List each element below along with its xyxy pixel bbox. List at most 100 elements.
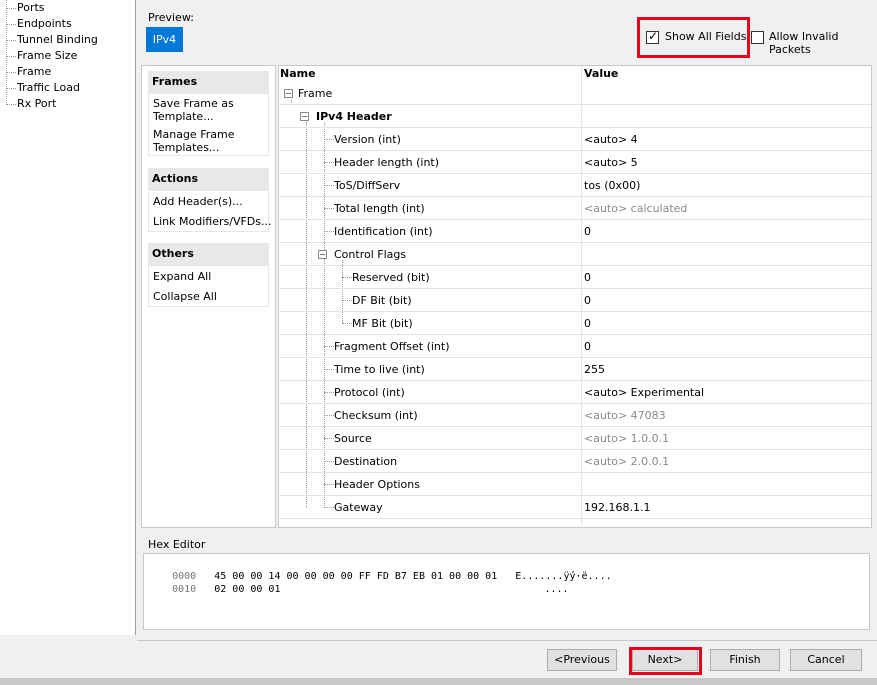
field-value[interactable]: <auto> Experimental: [584, 381, 704, 404]
grid-row[interactable]: ToS/DiffServ tos (0x00): [279, 174, 871, 197]
tree-connector: [6, 104, 16, 105]
grid-row[interactable]: Identification (int) 0: [279, 220, 871, 243]
highlight-box: [629, 647, 702, 675]
grid-row[interactable]: MF Bit (bit) 0: [279, 312, 871, 335]
tree-connector: [342, 277, 352, 278]
cancel-button[interactable]: Cancel: [790, 649, 862, 671]
grid-row[interactable]: Reserved (bit) 0: [279, 266, 871, 289]
tree-connector: [324, 162, 334, 163]
grid-row[interactable]: Source <auto> 1.0.0.1: [279, 427, 871, 450]
grid-row[interactable]: Version (int) <auto> 4: [279, 128, 871, 151]
grid-row[interactable]: Gateway 192.168.1.1: [279, 496, 871, 519]
hex-ascii[interactable]: ....: [544, 584, 568, 595]
tree-connector: [6, 24, 16, 25]
field-value[interactable]: 0: [584, 220, 591, 243]
grid-row[interactable]: Time to live (int) 255: [279, 358, 871, 381]
tree-connector: [324, 507, 334, 508]
field-value[interactable]: <auto> 5: [584, 151, 638, 174]
tree-connector: [324, 415, 334, 416]
show-all-fields-label[interactable]: Show All Fields: [665, 30, 746, 43]
collapse-all-link[interactable]: Collapse All: [153, 290, 217, 303]
tree-connector: [324, 461, 334, 462]
field-value[interactable]: <auto> calculated: [584, 197, 687, 220]
field-name: Reserved (bit): [352, 271, 430, 284]
nav-item-frame[interactable]: Frame: [17, 64, 51, 80]
tree-connector: [6, 72, 16, 73]
tree-connector: [342, 323, 352, 324]
actions-panel: Frames Save Frame as Template... Manage …: [141, 65, 276, 528]
allow-invalid-packets-checkbox[interactable]: [751, 31, 764, 44]
tree-connector: [6, 0, 7, 105]
field-name: DF Bit (bit): [352, 294, 412, 307]
field-name: MF Bit (bit): [352, 317, 413, 330]
grid-row[interactable]: − Control Flags: [279, 243, 871, 266]
preview-protocol-button[interactable]: IPv4: [146, 27, 183, 52]
nav-item-endpoints[interactable]: Endpoints: [17, 16, 72, 32]
field-value[interactable]: <auto> 47083: [584, 404, 666, 427]
nav-item-ports[interactable]: Ports: [17, 0, 45, 16]
hex-editor[interactable]: 0000 45 00 00 14 00 00 00 00 FF FD B7 EB…: [143, 553, 870, 630]
grid-row[interactable]: − IPv4 Header: [279, 105, 871, 128]
field-name: Destination: [334, 455, 398, 468]
add-headers-link[interactable]: Add Header(s)...: [153, 195, 243, 208]
tree-connector: [324, 185, 334, 186]
save-frame-template-link[interactable]: Save Frame as Template...: [153, 97, 263, 123]
field-name: Source: [334, 432, 372, 445]
field-name: IPv4 Header: [316, 110, 392, 123]
collapse-toggle-icon[interactable]: −: [318, 250, 327, 259]
tree-connector: [6, 88, 16, 89]
nav-item-tunnel-binding[interactable]: Tunnel Binding: [17, 32, 98, 48]
collapse-toggle-icon[interactable]: −: [300, 112, 309, 121]
field-value[interactable]: 0: [584, 289, 591, 312]
grid-row[interactable]: Header length (int) <auto> 5: [279, 151, 871, 174]
hex-bytes[interactable]: 02 00 00 01: [214, 584, 280, 595]
grid-row[interactable]: − Frame: [279, 82, 871, 105]
field-value[interactable]: 0: [584, 335, 591, 358]
field-value[interactable]: 0: [584, 312, 591, 335]
collapse-toggle-icon[interactable]: −: [284, 89, 293, 98]
grid-row[interactable]: Checksum (int) <auto> 47083: [279, 404, 871, 427]
show-all-fields-checkbox[interactable]: [646, 29, 659, 44]
field-value[interactable]: 192.168.1.1: [584, 496, 650, 519]
tree-connector: [6, 56, 16, 57]
allow-invalid-packets-label[interactable]: Allow Invalid Packets: [769, 30, 877, 56]
nav-item-traffic-load[interactable]: Traffic Load: [17, 80, 80, 96]
grid-row[interactable]: DF Bit (bit) 0: [279, 289, 871, 312]
others-heading: Others: [148, 243, 269, 265]
window-bottom-edge: [0, 678, 877, 685]
field-value[interactable]: 255: [584, 358, 605, 381]
grid-row[interactable]: Fragment Offset (int) 0: [279, 335, 871, 358]
field-name: Fragment Offset (int): [334, 340, 450, 353]
tree-connector: [6, 40, 16, 41]
grid-row[interactable]: Total length (int) <auto> calculated: [279, 197, 871, 220]
field-name: Control Flags: [334, 248, 407, 261]
actions-heading: Actions: [148, 168, 269, 190]
field-value[interactable]: <auto> 1.0.0.1: [584, 427, 669, 450]
field-name: ToS/DiffServ: [334, 179, 401, 192]
field-value[interactable]: 0: [584, 266, 591, 289]
link-modifiers-link[interactable]: Link Modifiers/VFDs...: [153, 215, 271, 228]
field-value[interactable]: tos (0x00): [584, 174, 640, 197]
footer-divider: [137, 640, 877, 641]
tree-connector: [324, 392, 334, 393]
field-value[interactable]: <auto> 4: [584, 128, 638, 151]
preview-label: Preview:: [148, 11, 194, 24]
tree-connector: [324, 139, 334, 140]
field-name: Protocol (int): [334, 386, 405, 399]
manage-frame-templates-link[interactable]: Manage Frame Templates...: [153, 128, 263, 154]
field-name: Version (int): [334, 133, 401, 146]
nav-item-frame-size[interactable]: Frame Size: [17, 48, 77, 64]
nav-item-rx-port[interactable]: Rx Port: [17, 96, 56, 112]
grid-row[interactable]: Destination <auto> 2.0.0.1: [279, 450, 871, 473]
expand-all-link[interactable]: Expand All: [153, 270, 211, 283]
tree-connector: [324, 231, 334, 232]
previous-button[interactable]: <Previous: [547, 649, 617, 671]
finish-button[interactable]: Finish: [710, 649, 780, 671]
field-name: Checksum (int): [334, 409, 418, 422]
field-value[interactable]: <auto> 2.0.0.1: [584, 450, 669, 473]
grid-row[interactable]: Protocol (int) <auto> Experimental: [279, 381, 871, 404]
field-name: Total length (int): [334, 202, 425, 215]
tree-connector: [324, 369, 334, 370]
grid-row[interactable]: Header Options: [279, 473, 871, 496]
tree-connector: [324, 484, 334, 485]
